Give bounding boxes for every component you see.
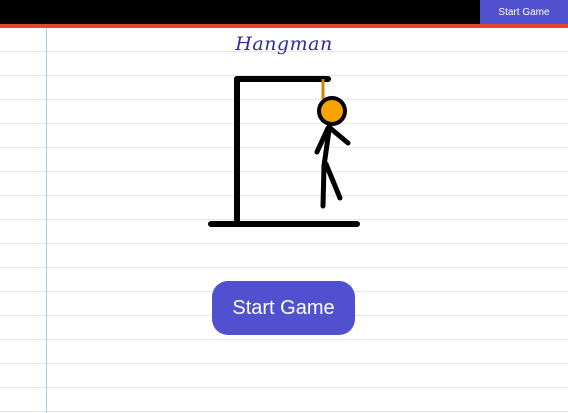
figure-left-leg [320,163,327,209]
start-game-button[interactable]: Start Game [212,281,355,335]
stick-figure [314,120,351,209]
figure-head [317,96,347,126]
paper-margin-line [46,28,47,413]
header-start-game-button[interactable]: Start Game [480,0,568,24]
page-title: Hangman [235,33,333,55]
hangman-figure-icon [208,76,360,227]
figure-right-arm [327,125,351,146]
figure-right-leg [323,161,343,201]
